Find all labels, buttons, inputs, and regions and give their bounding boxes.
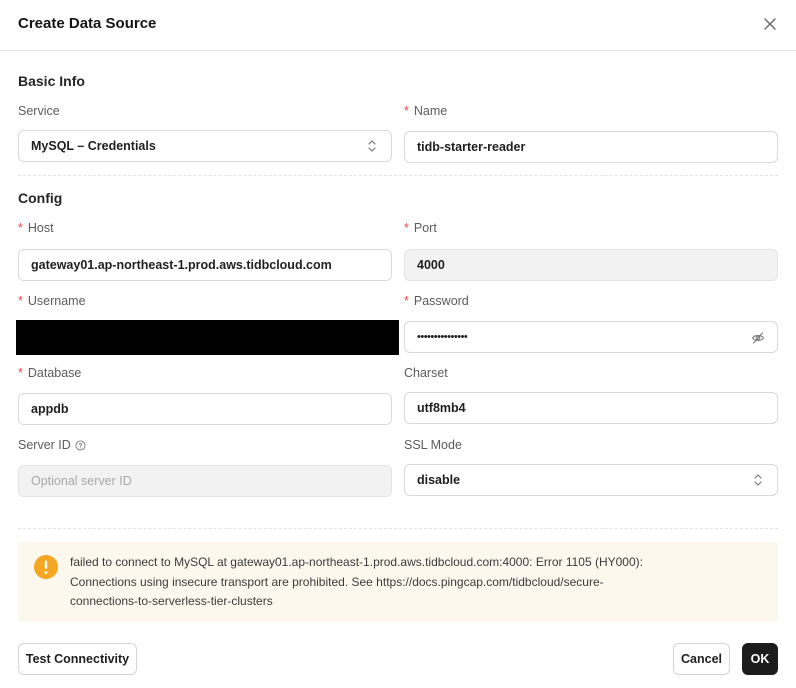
chevron-updown-icon	[754, 474, 762, 486]
server-id-label: Server ID	[18, 438, 86, 452]
section-divider	[18, 175, 778, 176]
dialog-title: Create Data Source	[18, 15, 157, 32]
username-label: * Username	[18, 294, 86, 308]
password-label: * Password	[404, 294, 469, 308]
ok-button[interactable]: OK	[742, 643, 778, 675]
error-message: failed to connect to MySQL at gateway01.…	[70, 555, 643, 608]
name-label: * Name	[404, 104, 448, 118]
host-label: * Host	[18, 221, 54, 235]
charset-input[interactable]: utf8mb4	[404, 392, 778, 424]
error-alert: failed to connect to MySQL at gateway01.…	[18, 542, 778, 622]
warning-icon	[34, 555, 58, 579]
service-select[interactable]: MySQL – Credentials	[18, 130, 392, 162]
host-input[interactable]: gateway01.ap-northeast-1.prod.aws.tidbcl…	[18, 249, 392, 281]
ssl-mode-value: disable	[417, 473, 461, 487]
close-icon[interactable]	[760, 14, 780, 34]
service-value: MySQL – Credentials	[31, 139, 156, 153]
eye-off-icon[interactable]	[751, 331, 765, 345]
username-input-redacted[interactable]	[16, 320, 399, 355]
help-circle-icon[interactable]	[75, 439, 86, 451]
port-input[interactable]: 4000	[404, 249, 778, 281]
service-label: Service	[18, 104, 60, 118]
section-basic-info: Basic Info	[18, 73, 85, 89]
database-label: * Database	[18, 366, 82, 380]
database-input[interactable]: appdb	[18, 393, 392, 425]
server-id-input[interactable]: Optional server ID	[18, 465, 392, 497]
test-connectivity-button[interactable]: Test Connectivity	[18, 643, 137, 675]
chevron-updown-icon	[368, 140, 376, 152]
cancel-button[interactable]: Cancel	[673, 643, 730, 675]
ssl-mode-label: SSL Mode	[404, 438, 462, 452]
ssl-mode-select[interactable]: disable	[404, 464, 778, 496]
charset-label: Charset	[404, 366, 448, 380]
name-input[interactable]: tidb-starter-reader	[404, 131, 778, 163]
password-value: •••••••••••••••	[417, 331, 468, 343]
section-config: Config	[18, 190, 63, 206]
section-divider	[18, 528, 778, 529]
password-input[interactable]: •••••••••••••••	[404, 321, 778, 353]
port-label: * Port	[404, 221, 437, 235]
dialog-header: Create Data Source	[0, 0, 796, 51]
